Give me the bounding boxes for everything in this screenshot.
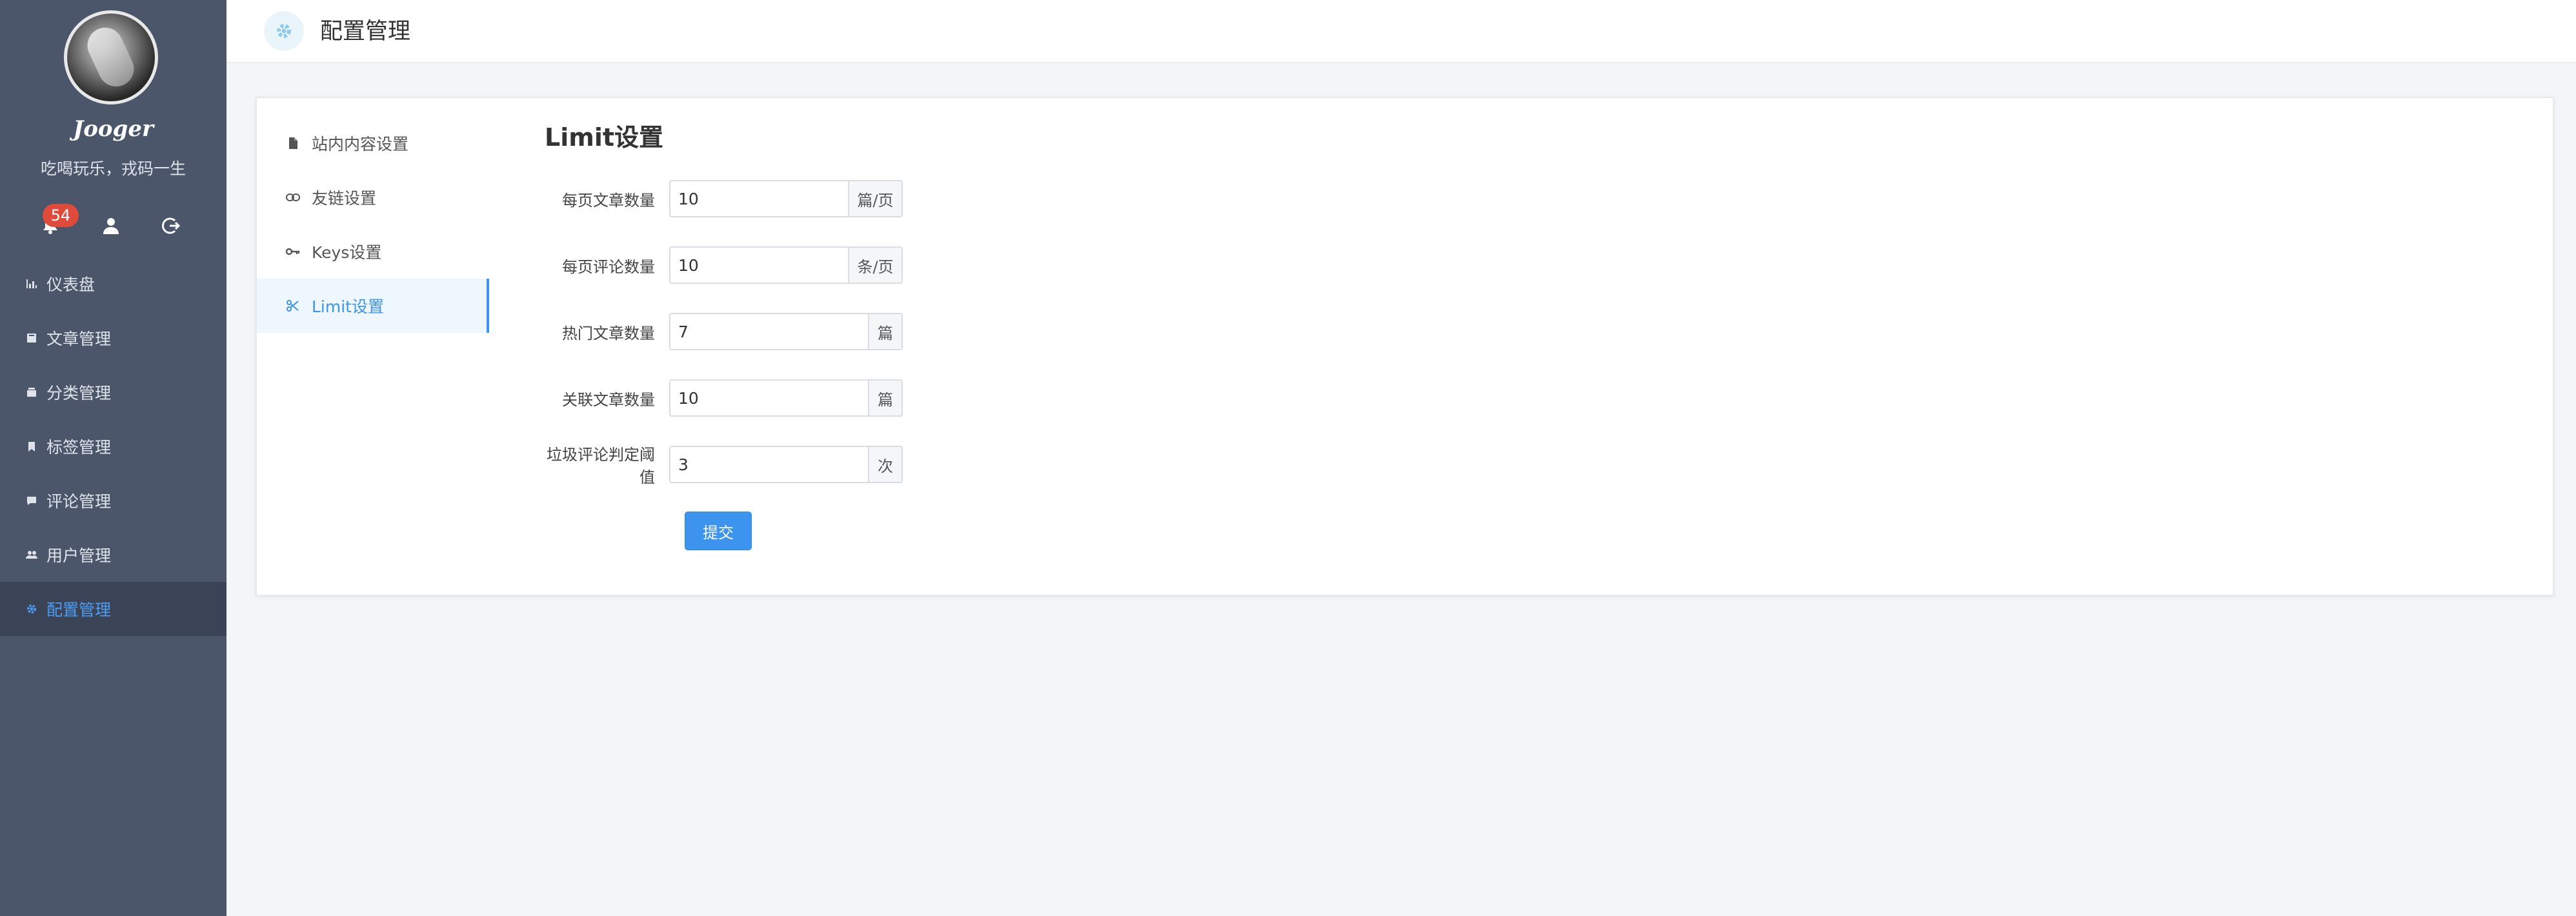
field-label: 每页文章数量 <box>562 191 655 210</box>
user-actions <box>0 213 226 239</box>
unit-addon: 篇 <box>868 381 901 415</box>
notification-badge: 54 <box>43 204 79 227</box>
spam-threshold-input[interactable] <box>670 447 868 482</box>
sidebar-item-settings[interactable]: 配置管理 <box>0 582 226 636</box>
key-icon <box>286 244 300 259</box>
comment-icon <box>25 493 39 508</box>
hot-posts-input[interactable] <box>670 314 868 349</box>
sidebar-nav: 仪表盘 文章管理 分类管理 标签管理 评论管理 用户管理 配置管理 <box>0 257 226 636</box>
tab-label: Keys设置 <box>312 243 382 262</box>
gear-icon <box>25 602 39 616</box>
user-icon[interactable] <box>98 213 124 239</box>
field-label: 关联文章数量 <box>562 390 655 409</box>
input-group: 篇 <box>669 313 903 350</box>
user-motto: 吃喝玩乐，戎码一生 <box>40 159 186 178</box>
related-posts-input[interactable] <box>670 381 868 415</box>
sidebar-item-label: 仪表盘 <box>46 275 96 294</box>
sidebar-item-label: 标签管理 <box>46 438 112 457</box>
form-row-hot-posts: 热门文章数量 篇 <box>545 313 903 350</box>
sidebar-item-categories[interactable]: 分类管理 <box>0 365 226 419</box>
page-header: 配置管理 <box>226 0 2576 63</box>
folder-icon <box>25 385 39 399</box>
sidebar-item-label: 文章管理 <box>46 330 112 348</box>
form-row-related-posts: 关联文章数量 篇 <box>545 379 903 417</box>
form-row-posts-per-page: 每页文章数量 篇/页 <box>545 180 903 217</box>
form-row-spam-threshold: 垃圾评论判定阈值 次 <box>545 446 903 486</box>
page-title: 配置管理 <box>320 19 411 45</box>
book-icon <box>25 331 39 345</box>
link-icon <box>286 190 300 204</box>
input-group: 篇 <box>669 379 903 417</box>
unit-addon: 篇/页 <box>848 181 901 216</box>
users-icon <box>25 548 39 562</box>
tab-keys[interactable]: Keys设置 <box>257 224 489 279</box>
field-label: 垃圾评论判定阈值 <box>547 446 655 486</box>
gear-icon <box>264 11 304 51</box>
sidebar-item-label: 配置管理 <box>46 601 112 619</box>
settings-nav: 站内内容设置 友链设置 Keys设置 Limit设置 <box>257 116 489 333</box>
sidebar-item-users[interactable]: 用户管理 <box>0 528 226 582</box>
input-group: 篇/页 <box>669 180 903 217</box>
tab-label: 站内内容设置 <box>312 135 409 154</box>
avatar[interactable] <box>64 10 158 105</box>
form-title: Limit设置 <box>545 123 664 152</box>
unit-addon: 篇 <box>868 314 901 349</box>
sidebar-item-label: 评论管理 <box>46 492 112 511</box>
field-label: 热门文章数量 <box>562 324 655 343</box>
logout-icon[interactable] <box>158 213 184 239</box>
sidebar-item-tags[interactable]: 标签管理 <box>0 419 226 473</box>
tab-label: Limit设置 <box>312 297 384 316</box>
posts-per-page-input[interactable] <box>670 181 848 216</box>
input-group: 次 <box>669 446 903 483</box>
scissors-icon <box>286 299 300 313</box>
file-icon <box>286 136 300 150</box>
sidebar-item-comments[interactable]: 评论管理 <box>0 473 226 528</box>
sidebar-item-label: 用户管理 <box>46 546 112 565</box>
sidebar-item-dashboard[interactable]: 仪表盘 <box>0 257 226 311</box>
input-group: 条/页 <box>669 246 903 284</box>
unit-addon: 条/页 <box>848 248 901 283</box>
field-label: 每页评论数量 <box>562 257 655 276</box>
unit-addon: 次 <box>868 447 901 482</box>
sidebar-item-label: 分类管理 <box>46 384 112 403</box>
bar-chart-icon <box>25 277 39 291</box>
tab-links[interactable]: 友链设置 <box>257 170 489 224</box>
tab-limit[interactable]: Limit设置 <box>257 279 489 333</box>
username: Jooger <box>73 116 154 142</box>
form-row-comments-per-page: 每页评论数量 条/页 <box>545 246 903 284</box>
sidebar: Jooger 吃喝玩乐，戎码一生 54 仪表盘 文章管理 分类管理 标签管理 评… <box>0 0 226 916</box>
sidebar-item-articles[interactable]: 文章管理 <box>0 311 226 365</box>
comments-per-page-input[interactable] <box>670 248 848 283</box>
tab-site-content[interactable]: 站内内容设置 <box>257 116 489 170</box>
tab-label: 友链设置 <box>312 189 377 208</box>
submit-button[interactable]: 提交 <box>685 512 752 550</box>
bookmark-icon <box>25 439 39 453</box>
settings-card: 站内内容设置 友链设置 Keys设置 Limit设置 Limit设置 每页文章数… <box>256 97 2554 596</box>
